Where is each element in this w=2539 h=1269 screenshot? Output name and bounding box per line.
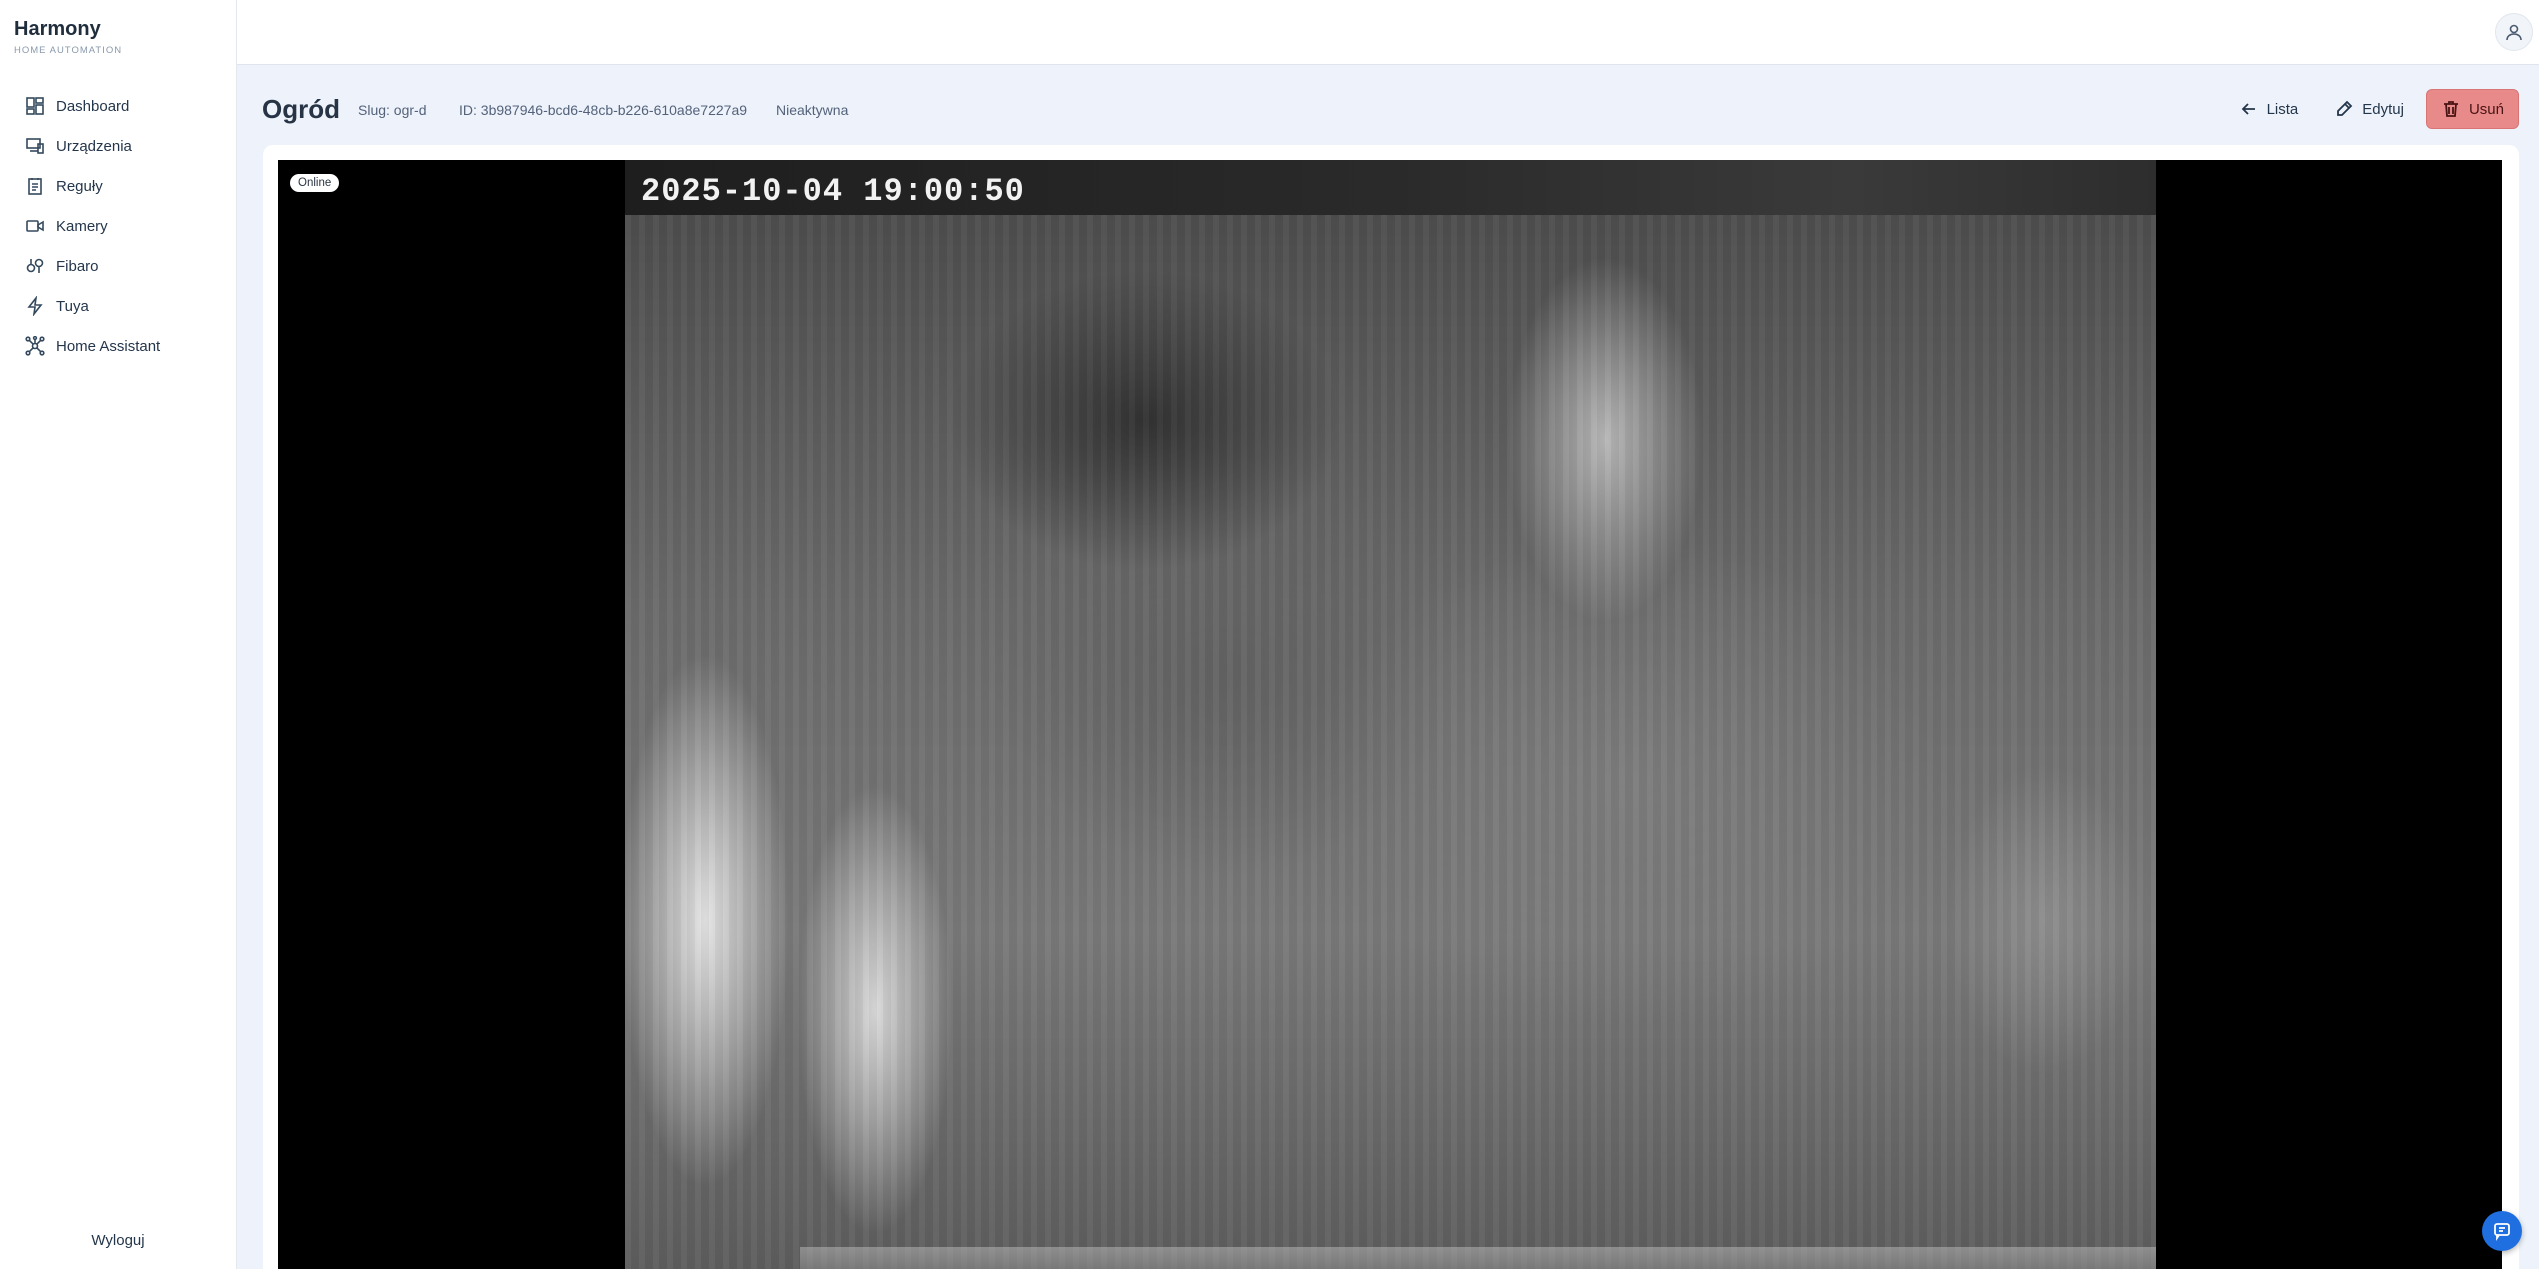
chat-icon (2492, 1221, 2512, 1241)
sidebar: Harmony HOME AUTOMATION Dashboard Urządz… (0, 0, 237, 1269)
dashboard-icon (24, 95, 46, 117)
feed-bottom-band (800, 1247, 2156, 1269)
online-badge: Online (290, 174, 340, 192)
sidebar-item-label: Reguły (56, 177, 103, 195)
sidebar-item-fibaro[interactable]: Fibaro (0, 246, 236, 286)
edit-button[interactable]: Edytuj (2320, 89, 2418, 129)
devices-icon (24, 135, 46, 157)
sidebar-item-label: Dashboard (56, 97, 130, 115)
logout-button[interactable]: Wyloguj (0, 1232, 236, 1249)
delete-button[interactable]: Usuń (2425, 89, 2519, 129)
sidebar-item-label: Tuya (56, 297, 89, 315)
rules-icon (24, 175, 46, 197)
sidebar-item-dashboard[interactable]: Dashboard (0, 86, 236, 126)
trash-icon (2441, 99, 2469, 119)
edit-button-label: Edytuj (2362, 100, 2404, 118)
sidebar-item-tuya[interactable]: Tuya (0, 286, 236, 326)
sidebar-item-home-assistant[interactable]: Home Assistant (0, 326, 236, 366)
camera-feed-image: 2025-10-04 19:00:50 (625, 160, 2156, 1269)
sidebar-item-label: Urządzenia (56, 137, 132, 155)
pencil-icon (2334, 99, 2362, 119)
sidebar-nav: Dashboard Urządzenia Reguły Kamery Fibar… (0, 86, 236, 366)
page-header: Ogród Slug: ogr-d ID: 3b987946-bcd6-48cb… (262, 89, 2519, 129)
brand-title: Harmony (14, 18, 101, 40)
brand-subtitle: HOME AUTOMATION (14, 45, 123, 56)
topbar (237, 0, 2539, 65)
camera-stream[interactable]: 2025-10-04 19:00:50 Online (278, 160, 2502, 1269)
sidebar-item-rules[interactable]: Reguły (0, 166, 236, 206)
fibaro-icon (24, 255, 46, 277)
page-title: Ogród (262, 94, 340, 124)
feed-texture (625, 215, 2156, 1269)
user-menu-button[interactable] (2495, 13, 2533, 51)
chat-button[interactable] (2482, 1211, 2522, 1251)
sidebar-item-label: Fibaro (56, 257, 99, 275)
camera-status: Nieaktywna (776, 102, 849, 118)
camera-icon (24, 215, 46, 237)
camera-id: ID: 3b987946-bcd6-48cb-b226-610a8e7227a9 (459, 102, 748, 118)
camera-slug: Slug: ogr-d (358, 102, 427, 118)
arrow-left-icon (2239, 99, 2267, 119)
list-button[interactable]: Lista (2225, 89, 2313, 129)
sidebar-item-devices[interactable]: Urządzenia (0, 126, 236, 166)
user-icon (2504, 22, 2524, 42)
list-button-label: Lista (2266, 100, 2299, 118)
header-actions: Lista Edytuj Usuń (2217, 89, 2519, 129)
camera-timestamp: 2025-10-04 19:00:50 (641, 173, 1025, 210)
network-icon (24, 335, 46, 357)
lightning-icon (24, 295, 46, 317)
brand: Harmony HOME AUTOMATION (14, 18, 122, 56)
sidebar-item-label: Kamery (56, 217, 108, 235)
delete-button-label: Usuń (2468, 100, 2504, 118)
sidebar-item-cameras[interactable]: Kamery (0, 206, 236, 246)
sidebar-item-label: Home Assistant (56, 337, 161, 355)
